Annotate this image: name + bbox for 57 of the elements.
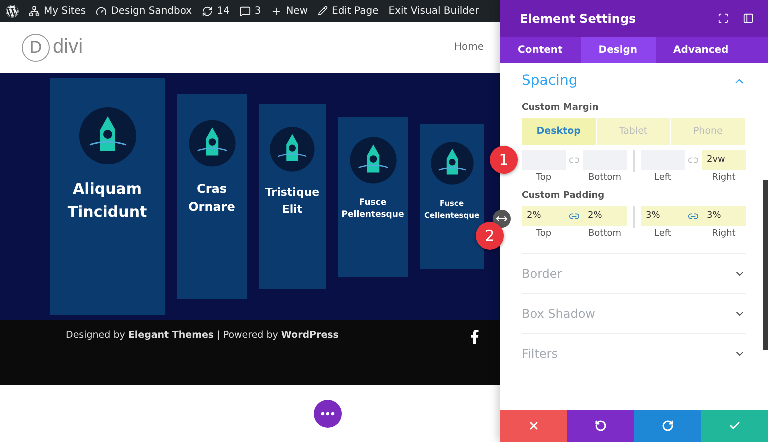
- panel-tab[interactable]: Design: [580, 37, 656, 63]
- footer-credit: Designed by Elegant Themes | Powered by WordPress: [66, 330, 339, 341]
- panel-layout-icon[interactable]: [743, 13, 754, 24]
- field-label: Bottom: [588, 229, 622, 239]
- feature-card: Tristique Elit: [259, 104, 326, 289]
- field-label: Top: [536, 229, 552, 239]
- redo-icon: [662, 420, 674, 432]
- spacing-input[interactable]: 2vw: [702, 150, 746, 170]
- sites-icon: [29, 6, 40, 16]
- more-icon: [321, 412, 335, 416]
- admin-bar-item[interactable]: Design Sandbox: [96, 6, 192, 16]
- group-label: Custom Margin: [522, 103, 600, 113]
- admin-bar-item[interactable]: Edit Page: [318, 6, 379, 16]
- undo-icon: [594, 420, 606, 432]
- admin-bar-item[interactable]: 3: [240, 6, 262, 16]
- check-icon: [728, 420, 740, 432]
- spacing-input[interactable]: 2%: [583, 206, 627, 226]
- wordpress-logo-icon[interactable]: [6, 4, 19, 18]
- field-label: Bottom: [588, 173, 622, 183]
- nav-link[interactable]: Home: [454, 42, 484, 53]
- space-illustration-drawing: [188, 118, 236, 168]
- field-label: Left: [654, 229, 672, 239]
- admin-bar-item[interactable]: New: [271, 6, 308, 16]
- panel-tab[interactable]: Advanced: [656, 37, 747, 63]
- field-label: Right: [712, 229, 736, 239]
- refresh-icon: [202, 6, 214, 16]
- field-label: Right: [712, 173, 736, 183]
- expand-icon[interactable]: [718, 13, 729, 24]
- comment-icon: [240, 6, 251, 16]
- admin-bar-item[interactable]: Exit Visual Builder: [388, 6, 480, 16]
- spacing-input[interactable]: 3%: [641, 206, 685, 226]
- feature-card: Cras Ornare: [177, 94, 247, 299]
- panel-title: Element Settings: [520, 12, 636, 26]
- logo-mark: D: [22, 34, 50, 62]
- space-illustration-drawing: [348, 136, 398, 185]
- redo-button[interactable]: [634, 410, 701, 442]
- plus-icon: [271, 6, 282, 16]
- pencil-icon: [318, 6, 328, 16]
- gauge-icon: [96, 6, 108, 16]
- more-button[interactable]: [314, 400, 342, 428]
- feature-card: Aliquam Tincidunt: [50, 78, 165, 315]
- space-illustration-drawing: [78, 106, 138, 166]
- feature-card: Fusce Pellentesque: [338, 116, 408, 276]
- close-icon: [528, 420, 540, 432]
- space-illustration-drawing: [269, 126, 316, 174]
- panel-tab[interactable]: Content: [500, 37, 581, 63]
- admin-bar-item[interactable]: 14: [202, 6, 230, 16]
- logo-text: divi: [53, 36, 84, 59]
- group-label: Custom Padding: [522, 191, 606, 201]
- scrollbar[interactable]: [763, 180, 768, 350]
- space-illustration-drawing: [430, 141, 474, 186]
- undo-button[interactable]: [567, 410, 634, 442]
- spacing-input[interactable]: 2%: [522, 206, 566, 226]
- field-label: Top: [536, 173, 552, 183]
- spacing-input[interactable]: 3%: [702, 206, 746, 226]
- field-label: Left: [654, 173, 672, 183]
- admin-bar-item[interactable]: My Sites: [29, 6, 86, 16]
